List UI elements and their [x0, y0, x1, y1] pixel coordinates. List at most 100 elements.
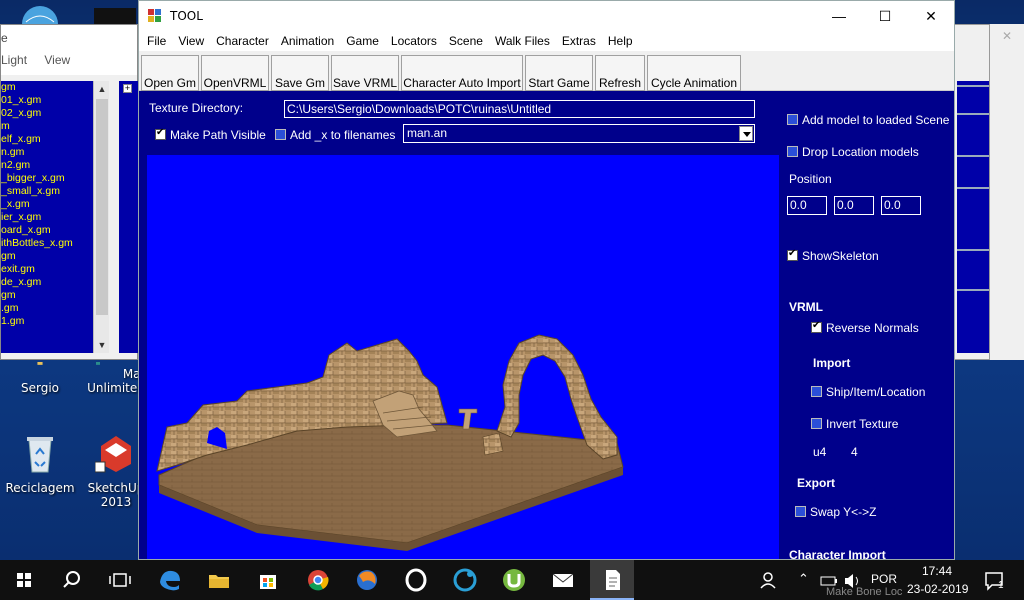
- character-auto-import-button[interactable]: Character Auto Import: [401, 55, 523, 91]
- tree-pane[interactable]: +: [119, 81, 139, 353]
- reverse-normals-checkbox[interactable]: [811, 320, 822, 333]
- u4-label: u4: [813, 445, 827, 459]
- background-window-left[interactable]: e Light View gm 01_x.gm 02_x.gm m elf_x.…: [0, 24, 139, 360]
- start-game-button[interactable]: Start Game: [525, 55, 593, 91]
- store-icon[interactable]: [254, 566, 282, 594]
- add-model-label: Add model to loaded Scene: [802, 113, 950, 127]
- drop-location-checkbox[interactable]: [787, 146, 798, 157]
- clock-time[interactable]: 17:44: [922, 564, 952, 578]
- add-x-checkbox[interactable]: [275, 129, 286, 140]
- task-view-icon[interactable]: [106, 566, 134, 594]
- save-gm-button[interactable]: Save Gm: [271, 55, 329, 91]
- desktop-icon-dark[interactable]: [94, 8, 136, 24]
- people-icon[interactable]: [756, 566, 784, 594]
- divider: [957, 289, 989, 291]
- menu-item-light[interactable]: Light: [1, 53, 27, 67]
- taskbar: ⌃ POR 17:44 23-02-2019 1 Make Bone Loc: [0, 560, 1024, 600]
- menu-game[interactable]: Game: [340, 34, 385, 48]
- divider: [957, 249, 989, 251]
- mail-icon[interactable]: [549, 566, 577, 594]
- desktop-icon-sergio[interactable]: Sergio: [0, 362, 80, 395]
- taskbar-active-app[interactable]: [590, 560, 634, 600]
- clock-date[interactable]: 23-02-2019: [907, 582, 968, 596]
- animation-file-select[interactable]: man.an: [403, 124, 755, 143]
- maximize-icon[interactable]: ☐: [862, 1, 908, 31]
- save-vrml-button[interactable]: Save VRML: [331, 55, 399, 91]
- edge-icon[interactable]: [156, 566, 184, 594]
- import-heading: Import: [813, 356, 851, 370]
- file-explorer-icon[interactable]: [205, 566, 233, 594]
- invert-texture-checkbox[interactable]: [811, 418, 822, 429]
- make-bone-loc-label: Make Bone Loc: [826, 586, 903, 598]
- refresh-button[interactable]: Refresh: [595, 55, 645, 91]
- desktop-icon-recycle-bin[interactable]: Reciclagem: [0, 432, 80, 495]
- scroll-down-icon[interactable]: ▼: [94, 337, 110, 353]
- menu-extras[interactable]: Extras: [556, 34, 602, 48]
- work-area: Texture Directory: C:\Users\Sergio\Downl…: [139, 91, 954, 560]
- document-icon: [606, 570, 620, 590]
- vrml-heading: VRML: [789, 300, 823, 314]
- menu-bar: File View Character Animation Game Locat…: [139, 31, 954, 51]
- position-y-input[interactable]: 0.0: [834, 196, 874, 215]
- app-icon: [148, 9, 162, 23]
- position-x-input[interactable]: 0.0: [787, 196, 827, 215]
- swap-yz-checkbox[interactable]: [795, 506, 806, 517]
- u4-value: 4: [851, 445, 858, 459]
- background-window-far-right[interactable]: ✕: [990, 24, 1024, 360]
- tool-window[interactable]: TOOL — ☐ ✕ File View Character Animation…: [138, 0, 955, 560]
- sketchup-icon: [94, 436, 131, 473]
- show-skeleton-checkbox[interactable]: [787, 248, 798, 261]
- ccleaner-icon[interactable]: [451, 566, 479, 594]
- menu-character[interactable]: Character: [210, 34, 275, 48]
- scroll-thumb[interactable]: [96, 99, 108, 315]
- texture-directory-input[interactable]: C:\Users\Sergio\Downloads\POTC\ruinas\Un…: [284, 100, 755, 118]
- recycle-bin-icon: [27, 437, 53, 473]
- menu-locators[interactable]: Locators: [385, 34, 443, 48]
- background-window-right[interactable]: [954, 24, 990, 360]
- language-indicator[interactable]: POR: [871, 572, 897, 586]
- menu-view[interactable]: View: [172, 34, 210, 48]
- animation-file-value: man.an: [407, 126, 448, 140]
- firefox-icon[interactable]: [353, 566, 381, 594]
- divider: [957, 85, 989, 87]
- expand-icon[interactable]: +: [123, 84, 132, 93]
- title-bar[interactable]: TOOL — ☐ ✕: [139, 1, 954, 31]
- open-vrml-button[interactable]: OpenVRML: [201, 55, 269, 91]
- invert-texture-label: Invert Texture: [826, 417, 899, 431]
- swap-yz-label: Swap Y<->Z: [810, 505, 877, 519]
- menu-animation[interactable]: Animation: [275, 34, 340, 48]
- chevron-up-icon[interactable]: ⌃: [798, 571, 809, 587]
- menu-help[interactable]: Help: [602, 34, 639, 48]
- position-z-input[interactable]: 0.0: [881, 196, 921, 215]
- show-skeleton-label: ShowSkeleton: [802, 249, 879, 263]
- close-icon[interactable]: ✕: [990, 24, 1024, 48]
- toolbar: Open Gm OpenVRML Save Gm Save VRML Chara…: [139, 51, 954, 91]
- make-path-visible-checkbox[interactable]: [155, 127, 166, 140]
- texture-directory-label: Texture Directory:: [149, 101, 244, 115]
- minimize-icon[interactable]: —: [816, 1, 862, 31]
- cycle-animation-button[interactable]: Cycle Animation: [647, 55, 741, 91]
- globe-icon: [22, 6, 58, 42]
- menu-file[interactable]: File: [141, 34, 172, 48]
- file-list-scrollbar[interactable]: ▲ ▼: [93, 81, 109, 353]
- 3d-viewport[interactable]: [147, 155, 779, 559]
- menu-item-view[interactable]: View: [44, 53, 70, 67]
- search-icon[interactable]: [58, 566, 86, 594]
- desktop-icon-network[interactable]: [20, 4, 60, 42]
- opera-icon[interactable]: [402, 566, 430, 594]
- scroll-up-icon[interactable]: ▲: [94, 81, 110, 97]
- open-gm-button[interactable]: Open Gm: [141, 55, 199, 91]
- ruins-model-render: [156, 334, 624, 551]
- start-windows-icon[interactable]: [10, 566, 38, 594]
- menu-walk-files[interactable]: Walk Files: [489, 34, 556, 48]
- desktop-icon-label: SketchUp 2013: [87, 481, 145, 509]
- utorrent-icon[interactable]: [500, 566, 528, 594]
- ship-item-location-checkbox[interactable]: [811, 386, 822, 397]
- close-icon[interactable]: ✕: [908, 1, 954, 31]
- divider: [957, 113, 989, 115]
- add-model-checkbox[interactable]: [787, 114, 798, 125]
- chevron-down-icon[interactable]: [739, 126, 753, 141]
- character-import-heading: Character Import: [789, 548, 886, 560]
- chrome-icon[interactable]: [304, 566, 332, 594]
- menu-scene[interactable]: Scene: [443, 34, 489, 48]
